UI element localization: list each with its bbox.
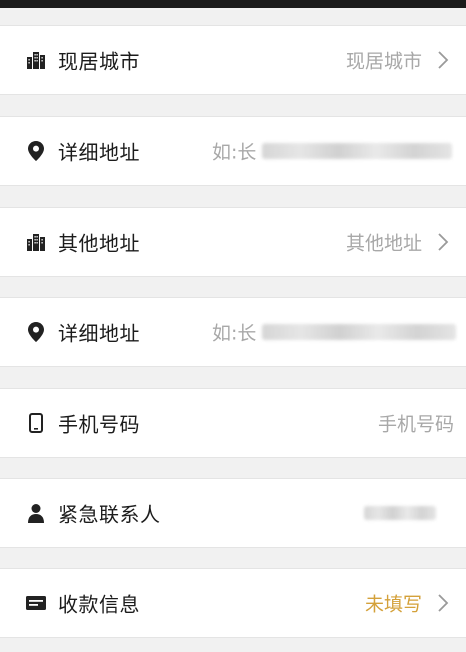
buildings-icon bbox=[26, 232, 46, 252]
row-label: 紧急联系人 bbox=[58, 502, 161, 527]
row-label: 其他地址 bbox=[58, 231, 140, 256]
address-input[interactable]: 如:长 bbox=[212, 138, 256, 165]
row-payment-info[interactable]: 收款信息 未填写 bbox=[0, 568, 466, 638]
message-card-icon bbox=[26, 593, 46, 613]
row-other-address[interactable]: 其他地址 其他地址 bbox=[0, 207, 466, 277]
chevron-right-icon bbox=[432, 592, 454, 614]
chevron-right-icon bbox=[432, 49, 454, 71]
chevron-right-icon bbox=[432, 231, 454, 253]
row-emergency-contact[interactable]: 紧急联系人 bbox=[0, 478, 466, 548]
location-pin-icon bbox=[26, 141, 46, 161]
location-pin-icon bbox=[26, 322, 46, 342]
row-value: 其他地址 bbox=[345, 232, 422, 255]
phone-icon bbox=[26, 413, 46, 433]
buildings-icon bbox=[26, 50, 46, 70]
row-value: 现居城市 bbox=[345, 50, 422, 73]
row-label: 现居城市 bbox=[58, 49, 140, 74]
row-detail-address[interactable]: 详细地址 如:长 bbox=[0, 116, 466, 186]
row-label: 详细地址 bbox=[58, 140, 140, 165]
redacted-text bbox=[262, 143, 452, 159]
phone-input[interactable]: 手机号码 bbox=[378, 410, 454, 437]
row-label: 详细地址 bbox=[58, 321, 140, 346]
row-current-city[interactable]: 现居城市 现居城市 bbox=[0, 25, 466, 95]
row-label: 收款信息 bbox=[58, 592, 140, 617]
row-phone[interactable]: 手机号码 手机号码 bbox=[0, 388, 466, 458]
person-icon bbox=[26, 503, 46, 523]
row-label: 手机号码 bbox=[58, 412, 140, 437]
address-input[interactable]: 如:长 bbox=[212, 319, 256, 346]
status-badge: 未填写 bbox=[364, 593, 422, 616]
redacted-text bbox=[262, 324, 456, 340]
status-bar bbox=[0, 0, 466, 8]
row-detail-address-2[interactable]: 详细地址 如:长 bbox=[0, 297, 466, 367]
redacted-text bbox=[364, 506, 436, 520]
